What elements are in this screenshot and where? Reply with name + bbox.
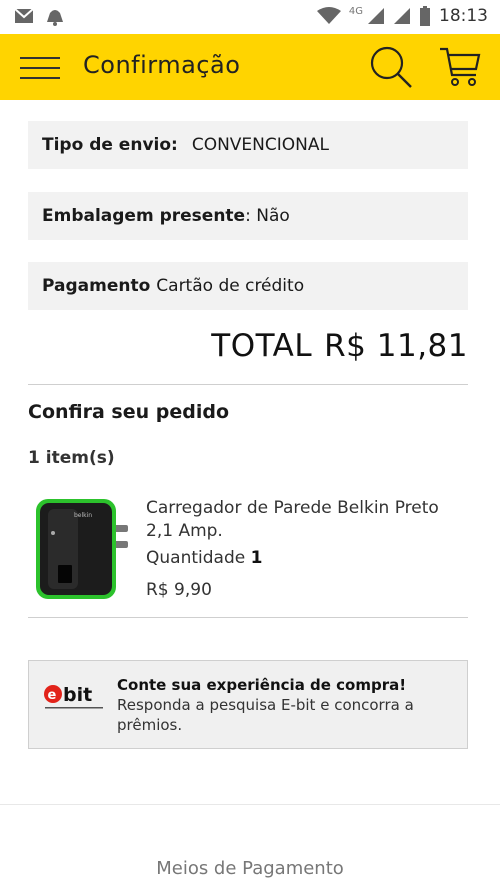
svg-text:e: e	[48, 688, 57, 703]
search-icon	[370, 46, 412, 88]
payment-label: Pagamento	[42, 276, 151, 296]
gift-wrap-value: : Não	[245, 206, 290, 226]
product-name: Carregador de Parede Belkin Preto 2,1 Am…	[146, 498, 439, 541]
divider	[28, 384, 468, 385]
shipping-type-value: CONVENCIONAL	[191, 135, 329, 155]
total-value: R$ 11,81	[324, 328, 468, 364]
search-button[interactable]	[368, 44, 414, 90]
order-total: TOTAL R$ 11,81	[211, 328, 468, 364]
quantity-label: Quantidade	[146, 548, 246, 568]
signal-icon	[368, 8, 384, 24]
payment-value: Cartão de crédito	[156, 276, 305, 296]
gmail-icon	[14, 8, 34, 23]
app-bar: Confirmação	[0, 34, 500, 100]
clock: 18:13	[439, 6, 488, 26]
network-type: 4G	[348, 5, 363, 17]
payment-methods-link[interactable]: Meios de Pagamento	[0, 858, 500, 879]
product-image: belkin	[36, 499, 128, 599]
gift-wrap-label: Embalagem presente	[42, 206, 246, 226]
product-price: R$ 9,90	[146, 580, 212, 600]
page-title: Confirmação	[83, 51, 241, 79]
ebit-text: Conte sua experiência de compra! Respond…	[117, 675, 457, 735]
signal-icon	[394, 8, 410, 24]
items-count: 1 item(s)	[28, 448, 115, 468]
review-title: Confira seu pedido	[28, 401, 230, 423]
menu-button[interactable]	[20, 53, 60, 81]
ebit-logo: e bit	[44, 684, 103, 709]
ebit-description: Responda a pesquisa E-bit e concorra a p…	[117, 696, 414, 734]
ebit-title: Conte sua experiência de compra!	[117, 676, 407, 694]
notification-icon	[47, 10, 63, 26]
svg-text:bit: bit	[63, 684, 92, 706]
footer-divider	[0, 804, 500, 805]
divider	[28, 617, 468, 618]
shipping-type-label: Tipo de envio:	[42, 135, 178, 155]
svg-text:belkin: belkin	[74, 512, 92, 519]
menu-icon	[20, 57, 60, 59]
battery-icon	[420, 6, 430, 26]
total-label: TOTAL	[211, 328, 313, 364]
shipping-type-row: Tipo de envio: CONVENCIONAL	[28, 121, 468, 169]
product-quantity: Quantidade 1	[146, 548, 262, 568]
ebit-survey-banner[interactable]: e bit Conte sua experiência de compra! R…	[28, 660, 468, 749]
wifi-icon	[316, 7, 341, 24]
gift-wrap-row: Embalagem presente : Não	[28, 192, 468, 240]
cart-button[interactable]	[438, 45, 482, 89]
quantity-value: 1	[250, 548, 263, 568]
status-bar: 4G 18:13	[0, 0, 500, 34]
payment-row: Pagamento Cartão de crédito	[28, 262, 468, 310]
cart-icon	[440, 47, 481, 86]
